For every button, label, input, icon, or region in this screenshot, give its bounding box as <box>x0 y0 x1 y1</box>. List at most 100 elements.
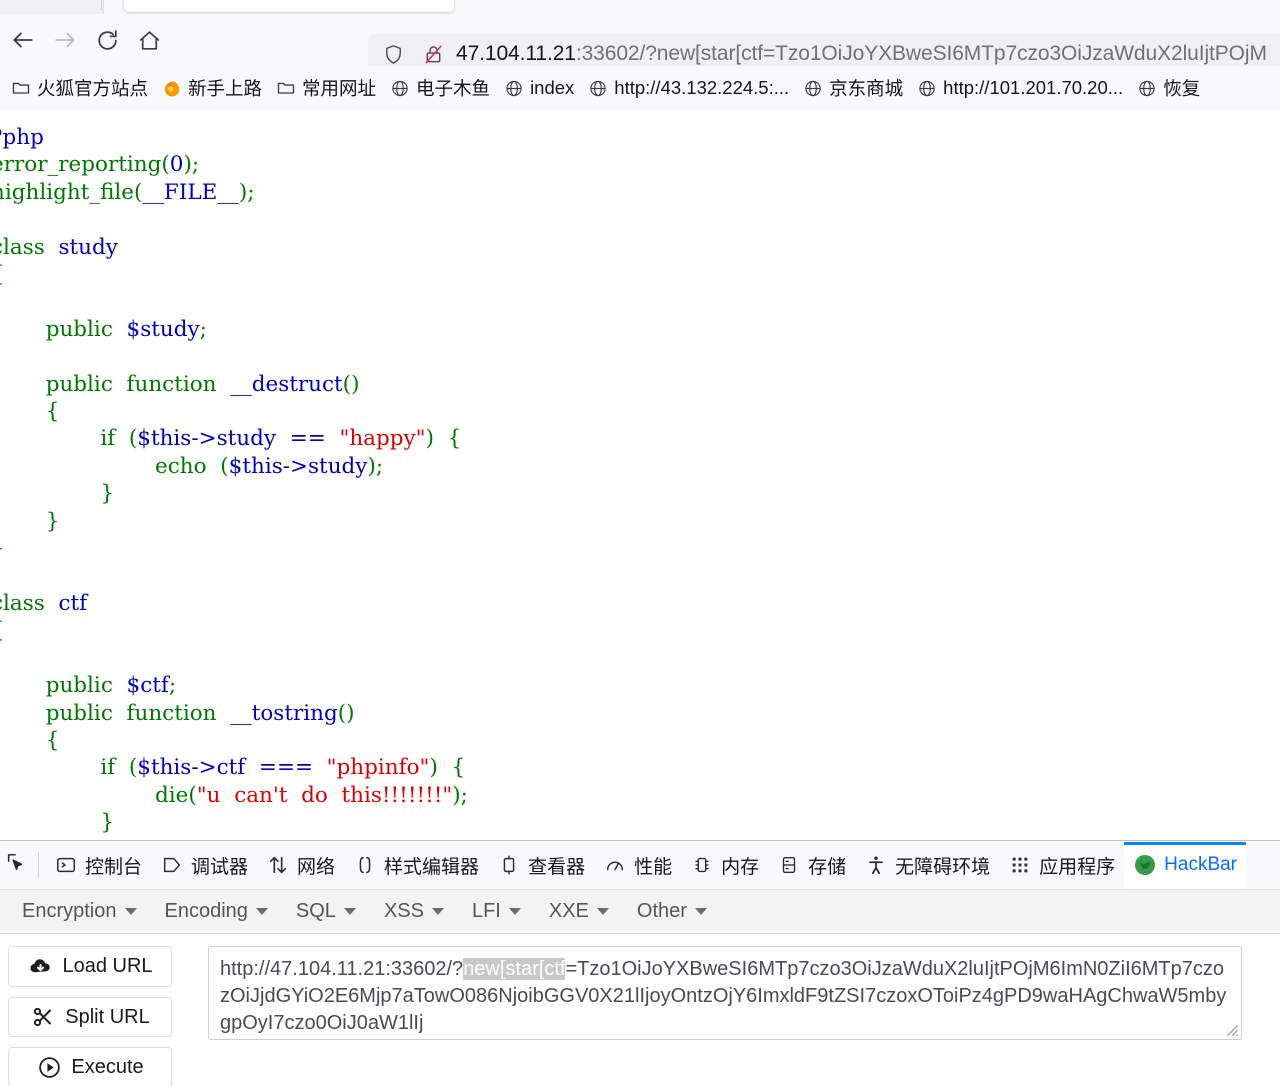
url-selected-fragment: new[star[ctf <box>463 958 565 980</box>
hackbar-menu-other[interactable]: Other <box>623 895 721 929</box>
devtools-tab-label: 调试器 <box>191 852 248 879</box>
devtools-tab-accessibility[interactable]: 无障碍环境 <box>855 842 999 889</box>
chevron-down-icon <box>695 908 707 915</box>
firefox-icon <box>162 78 182 98</box>
hackbar-menu-label: XXE <box>549 900 589 923</box>
chevron-down-icon <box>125 908 137 915</box>
tab-strip <box>0 0 1280 14</box>
bookmark-item[interactable]: index <box>497 72 581 104</box>
devtools-tab-label: 内存 <box>721 852 759 879</box>
hackbar-menu-label: Encoding <box>165 900 248 923</box>
split-url-label: Split URL <box>65 1006 149 1029</box>
back-button[interactable] <box>6 23 40 57</box>
debugger-icon <box>160 853 184 877</box>
devtools-tab-application[interactable]: 应用程序 <box>999 842 1124 889</box>
performance-icon <box>603 853 627 877</box>
bookmark-label: 新手上路 <box>188 75 262 101</box>
bookmark-item[interactable]: 恢复 <box>1130 72 1207 104</box>
bookmark-label: 火狐官方站点 <box>37 75 148 101</box>
resize-handle-icon[interactable] <box>1225 1023 1239 1037</box>
bookmark-item[interactable]: http://43.132.224.5:... <box>581 72 796 104</box>
php-source-text: ?php error_reporting(0); highlight_file(… <box>0 125 468 840</box>
address-bar-text[interactable]: 47.104.11.21:33602/?new[star[ctf=Tzo1OiJ… <box>456 42 1280 66</box>
tab-strip-divider <box>101 0 102 10</box>
hackbar-menu-xss[interactable]: XSS <box>370 895 458 929</box>
devtools-tab-hackbar[interactable]: HackBar <box>1124 842 1246 889</box>
bookmark-item[interactable]: 常用网址 <box>269 72 383 104</box>
browser-window: 47.104.11.21:33602/?new[star[ctf=Tzo1OiJ… <box>0 0 1280 1086</box>
active-tab[interactable] <box>124 0 454 12</box>
home-icon <box>137 28 162 53</box>
devtools-tab-memory[interactable]: 内存 <box>681 842 768 889</box>
hackbar-menu-label: Encryption <box>22 900 117 923</box>
element-picker-button[interactable] <box>0 845 36 885</box>
forward-button[interactable] <box>48 23 82 57</box>
bookmark-item[interactable]: 新手上路 <box>155 72 269 104</box>
devtools-tab-debugger[interactable]: 调试器 <box>151 842 257 889</box>
bookmark-item[interactable]: http://101.201.70.20... <box>910 72 1130 104</box>
network-icon <box>266 853 290 877</box>
split-url-button[interactable]: Split URL <box>8 997 172 1038</box>
reload-button[interactable] <box>90 23 124 57</box>
hackbar-icon <box>1133 853 1157 877</box>
bookmark-item[interactable]: 京东商城 <box>796 72 910 104</box>
devtools-tab-style-editor[interactable]: 样式编辑器 <box>344 842 488 889</box>
execute-button[interactable]: Execute <box>8 1047 172 1086</box>
arrow-left-icon <box>10 27 36 53</box>
url-path: :33602/?new[star[ctf=Tzo1OiJoYXBweSI6MTp… <box>576 42 1267 65</box>
chevron-down-icon <box>597 908 609 915</box>
hackbar-menu-encryption[interactable]: Encryption <box>8 895 151 929</box>
console-icon <box>54 853 78 877</box>
bookmark-label: 电子木鱼 <box>416 75 490 101</box>
hackbar-menu-encoding[interactable]: Encoding <box>151 895 282 929</box>
devtools-divider <box>38 852 39 878</box>
hackbar-url-input[interactable]: http://47.104.11.21:33602/?new[star[ctf=… <box>208 946 1242 1040</box>
load-url-button[interactable]: Load URL <box>8 946 172 987</box>
play-circle-icon <box>36 1055 62 1081</box>
devtools-tab-network[interactable]: 网络 <box>257 842 344 889</box>
hackbar-menu-xxe[interactable]: XXE <box>535 895 623 929</box>
lock-crossed-icon[interactable] <box>418 39 448 69</box>
shield-icon[interactable] <box>378 39 408 69</box>
chevron-down-icon <box>344 908 356 915</box>
devtools-tab-label: 控制台 <box>85 852 142 879</box>
devtools-tab-label: 样式编辑器 <box>384 852 479 879</box>
page-content: ?php error_reporting(0); highlight_file(… <box>0 110 1280 840</box>
devtools-panel: 控制台 调试器 网络 <box>0 840 1280 1086</box>
reload-icon <box>95 28 120 53</box>
chevron-down-icon <box>509 908 521 915</box>
devtools-tab-performance[interactable]: 性能 <box>594 842 681 889</box>
inspector-icon <box>497 853 521 877</box>
chevron-down-icon <box>256 908 268 915</box>
globe-icon <box>504 78 524 98</box>
scissors-icon <box>30 1004 56 1030</box>
globe-icon <box>1137 78 1157 98</box>
accessibility-icon <box>864 853 888 877</box>
hackbar-menu-label: XSS <box>384 900 424 923</box>
cloud-download-icon <box>27 953 53 979</box>
bookmark-item[interactable]: 火狐官方站点 <box>4 72 155 104</box>
memory-icon <box>690 853 714 877</box>
bookmark-label: 京东商城 <box>829 75 903 101</box>
bookmark-label: index <box>530 77 574 99</box>
php-source-code: ?php error_reporting(0); highlight_file(… <box>0 110 1280 840</box>
url-prefix: http://47.104.11.21:33602/? <box>220 958 463 980</box>
hackbar-menu-sql[interactable]: SQL <box>282 895 370 929</box>
hackbar-menu-bar: Encryption Encoding SQL XSS LFI XXE <box>0 890 1280 934</box>
arrow-right-icon <box>52 27 78 53</box>
devtools-tab-console[interactable]: 控制台 <box>45 842 151 889</box>
load-url-label: Load URL <box>62 955 152 978</box>
devtools-tab-label: 网络 <box>297 852 335 879</box>
devtools-tab-label: 无障碍环境 <box>895 852 990 879</box>
hackbar-action-buttons: Load URL Split URL <box>8 946 172 1086</box>
hackbar-menu-lfi[interactable]: LFI <box>458 895 535 929</box>
devtools-tab-inspector[interactable]: 查看器 <box>488 842 594 889</box>
bookmark-item[interactable]: 电子木鱼 <box>383 72 497 104</box>
chevron-down-icon <box>432 908 444 915</box>
devtools-tab-storage[interactable]: 存储 <box>768 842 855 889</box>
storage-icon <box>777 853 801 877</box>
devtools-tab-label: 性能 <box>634 852 672 879</box>
devtools-tab-bar: 控制台 调试器 网络 <box>0 841 1280 890</box>
bookmarks-toolbar: 火狐官方站点 新手上路 常用网址 <box>0 66 1280 110</box>
home-button[interactable] <box>132 23 166 57</box>
